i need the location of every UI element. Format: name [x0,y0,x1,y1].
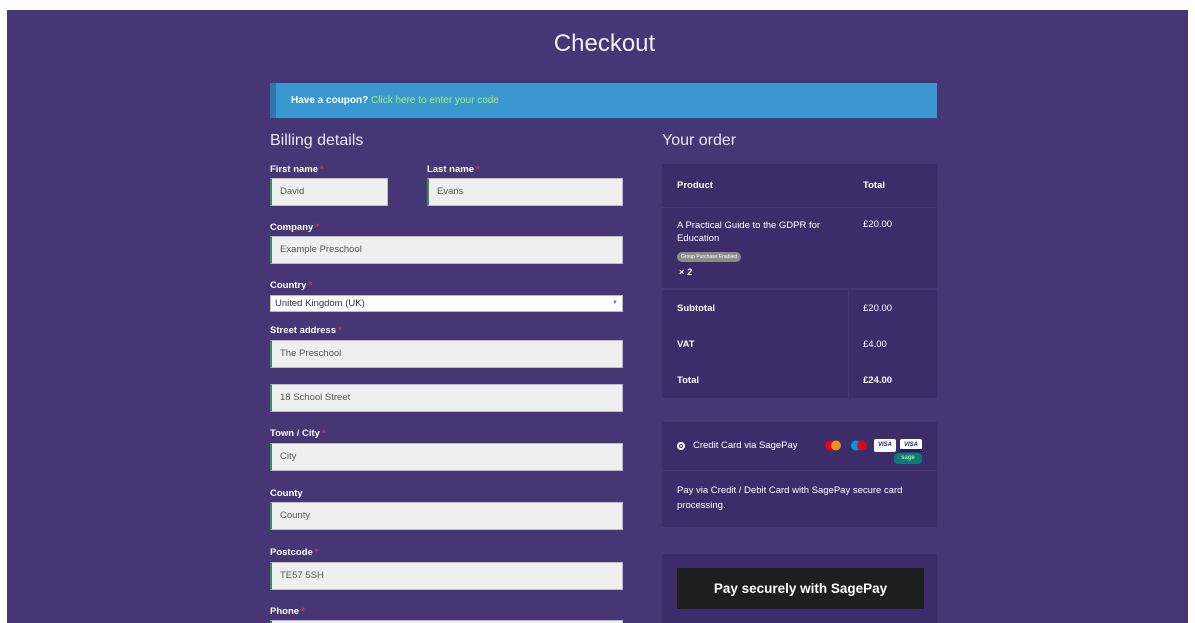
order-table: Product Total A Practical Guide to the G… [662,164,937,398]
order-item-qty: × 2 [679,267,693,278]
postcode-label: Postcode * [270,547,318,558]
required-marker: * [301,606,305,617]
required-marker: * [338,325,342,336]
required-marker: * [314,547,319,558]
product-column-header: Product [677,180,713,191]
maestro-icon [848,439,870,452]
payment-description: Pay via Credit / Debit Card with SagePay… [677,485,903,511]
billing-heading: Billing details [270,132,364,149]
country-label-text: Country [270,280,307,291]
county-label: County [270,488,303,499]
town-label-text: Town / City [270,428,320,439]
coupon-notice: Have a coupon? Click here to enter your … [270,83,937,118]
postcode-field[interactable]: TE57 5SH [270,562,623,590]
town-field[interactable]: City [270,443,623,471]
town-label: Town / City * [270,428,326,439]
subtotal-label: Subtotal [677,303,715,314]
divider [848,288,849,398]
chevron-down-icon: ▼ [612,300,618,306]
visa-electron-icon: VISA [900,439,922,452]
required-marker: * [321,428,326,439]
coupon-label: Have a coupon? [291,95,369,106]
payment-methods: Credit Card via SagePay VISA VISA sage P… [662,422,937,527]
required-marker: * [308,280,313,291]
first-name-field[interactable]: David [270,178,388,206]
order-item-name: A Practical Guide to the GDPR for Educat… [677,220,821,244]
required-marker: * [320,164,324,175]
company-label: Company * [270,222,319,233]
divider [662,288,937,290]
payment-method-label[interactable]: Credit Card via SagePay [693,440,798,451]
vat-label: VAT [677,339,695,350]
phone-label: Phone * [270,606,305,617]
divider [662,470,937,471]
payment-radio[interactable] [677,442,685,450]
page-title: Checkout [553,30,656,57]
order-item-price: £20.00 [863,219,893,230]
county-label-text: County [270,488,303,499]
street-label: Street address * [270,325,342,336]
company-field[interactable]: Example Preschool [270,236,623,264]
total-value: £24.00 [863,375,893,386]
first-name-label: First name * [270,164,324,175]
order-heading: Your order [662,132,737,149]
visa-icon: VISA [874,439,896,452]
subtotal-value: £20.00 [863,303,893,314]
street-line1-field[interactable]: The Preschool [270,340,623,368]
last-name-label: Last name * [427,164,480,175]
country-select[interactable]: United Kingdom (UK) ▼ [270,295,623,312]
checkout-page: Checkout Have a coupon? Click here to en… [7,10,1188,623]
pay-securely-button[interactable]: Pay securely with SagePay [677,568,924,609]
street-line2-field[interactable]: 18 School Street [270,384,623,412]
sage-icon: sage [894,453,922,464]
postcode-label-text: Postcode [270,547,313,558]
company-label-text: Company [270,222,314,233]
coupon-link[interactable]: Click here to enter your code [371,95,499,106]
divider [662,207,937,208]
country-select-value: United Kingdom (UK) [275,298,365,309]
total-column-header: Total [863,180,885,191]
vat-value: £4.00 [863,339,887,350]
group-purchase-badge: Group Purchase Enabled [677,252,742,262]
first-name-label-text: First name [270,164,319,175]
county-field[interactable]: County [270,502,623,530]
country-label: Country * [270,280,312,291]
mastercard-icon [822,439,844,452]
required-marker: * [476,164,480,175]
street-label-text: Street address [270,325,337,336]
total-label: Total [677,375,699,386]
required-marker: * [315,222,319,233]
phone-label-text: Phone [270,606,300,617]
last-name-field[interactable]: Evans [427,178,623,206]
last-name-label-text: Last name [427,164,474,175]
